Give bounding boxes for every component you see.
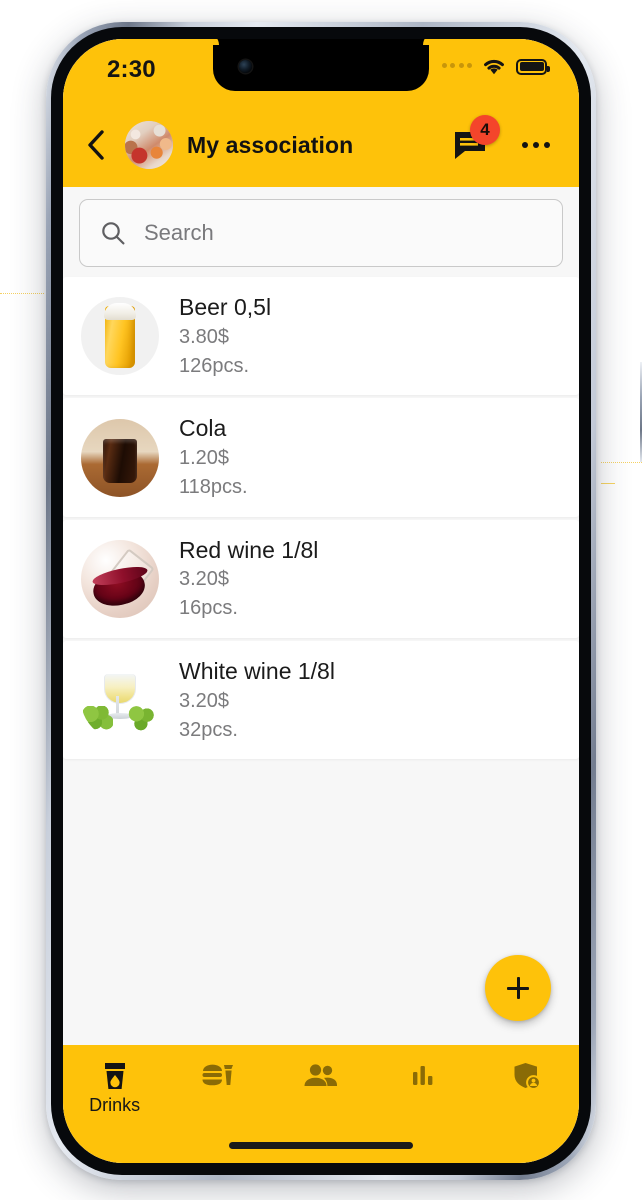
plus-icon xyxy=(507,977,529,999)
bottom-navigation: Drinks xyxy=(63,1045,579,1163)
annotation-guide-left xyxy=(0,293,44,294)
drink-list-item[interactable]: Beer 0,5l 3.80$ 126pcs. xyxy=(63,277,579,396)
drink-name: Beer 0,5l xyxy=(179,294,272,320)
search-bar[interactable] xyxy=(79,199,563,267)
drink-list-item[interactable]: Cola 1.20$ 118pcs. xyxy=(63,398,579,517)
avatar[interactable] xyxy=(125,121,173,169)
bar-chart-icon xyxy=(409,1059,439,1093)
drink-list-item[interactable]: Red wine 1/8l 3.20$ 16pcs. xyxy=(63,519,579,639)
nav-item-people[interactable] xyxy=(269,1057,372,1096)
app-bar: My association 4 xyxy=(63,103,579,187)
drink-cup-icon xyxy=(100,1059,130,1093)
drink-stock: 16pcs. xyxy=(179,597,238,620)
drink-name: Cola xyxy=(179,415,227,442)
signal-dots-icon xyxy=(441,62,472,71)
wifi-icon xyxy=(484,59,504,75)
drink-price: 3.20$ xyxy=(179,689,230,712)
people-icon xyxy=(303,1059,339,1093)
status-bar: 2:30 xyxy=(63,39,579,103)
cola-glass-image xyxy=(81,418,159,497)
nav-item-statistics[interactable] xyxy=(373,1057,476,1096)
nav-item-drinks[interactable]: Drinks xyxy=(63,1057,166,1114)
home-indicator[interactable] xyxy=(229,1142,413,1149)
more-horizontal-icon xyxy=(521,141,529,149)
annotation-guide-right xyxy=(601,462,642,463)
drinks-list: Beer 0,5l 3.80$ 126pcs. Cola 1.20$ 118pcs. Red… xyxy=(63,277,579,760)
drink-stock: 126pcs. xyxy=(179,354,250,377)
drink-details: Beer 0,5l 3.80$ 126pcs. xyxy=(179,293,271,379)
drink-details: Cola 1.20$ 118pcs. xyxy=(179,414,248,500)
app-root: 2:30 My association 4 Search Beer 0,5l 3… xyxy=(63,39,579,1163)
drink-details: Red wine 1/8l 3.20$ 16pcs. xyxy=(179,536,318,622)
front-camera-icon xyxy=(239,60,252,73)
chat-unread-badge: 4 xyxy=(470,115,500,145)
battery-full-icon xyxy=(516,58,550,75)
drink-name: White wine 1/8l xyxy=(179,658,335,685)
fast-food-icon xyxy=(200,1059,236,1093)
search-input[interactable] xyxy=(144,220,542,246)
drink-stock: 118pcs. xyxy=(179,475,248,498)
screenshot-stage: 2:30 My association 4 Search Beer 0,5l 3… xyxy=(0,0,642,1200)
display-notch xyxy=(213,39,429,91)
drink-details: White wine 1/8l 3.20$ 32pcs. xyxy=(179,657,335,743)
drink-price: 3.80$ xyxy=(179,325,230,348)
back-button[interactable] xyxy=(81,126,111,164)
phone-screen: 2:30 My association 4 Search Beer 0,5l 3… xyxy=(63,39,579,1163)
red-wine-glass-image xyxy=(81,539,159,618)
group-avatar-image xyxy=(125,121,173,169)
more-options-button[interactable] xyxy=(519,128,553,162)
shield-user-icon xyxy=(511,1059,543,1093)
add-drink-fab[interactable] xyxy=(485,955,551,1021)
back-chevron-icon xyxy=(88,130,104,160)
white-wine-glass-image xyxy=(81,661,159,740)
drink-price: 1.20$ xyxy=(179,447,230,470)
nav-item-admin[interactable] xyxy=(476,1057,579,1096)
nav-label-drinks: Drinks xyxy=(89,1095,141,1115)
phone-bezel: 2:30 My association 4 Search Beer 0,5l 3… xyxy=(51,27,591,1175)
search-section xyxy=(63,187,579,277)
content-area: Beer 0,5l 3.80$ 126pcs. Cola 1.20$ 118pcs. Red… xyxy=(63,187,579,1045)
chat-button[interactable]: 4 xyxy=(451,115,500,164)
phone-frame: 2:30 My association 4 Search Beer 0,5l 3… xyxy=(46,22,642,1180)
drink-name: Red wine 1/8l xyxy=(179,536,319,563)
nav-item-food[interactable] xyxy=(166,1057,269,1096)
annotation-guide-right-2 xyxy=(601,483,615,484)
search-icon xyxy=(102,222,125,245)
drink-stock: 32pcs. xyxy=(179,718,238,741)
drink-list-item[interactable]: White wine 1/8l 3.20$ 32pcs. xyxy=(63,641,579,760)
status-bar-clock: 2:30 xyxy=(107,56,156,83)
page-title: My association xyxy=(187,131,354,158)
beer-glass-image xyxy=(81,297,159,376)
status-bar-indicators xyxy=(441,57,550,76)
drink-price: 3.20$ xyxy=(179,568,230,591)
